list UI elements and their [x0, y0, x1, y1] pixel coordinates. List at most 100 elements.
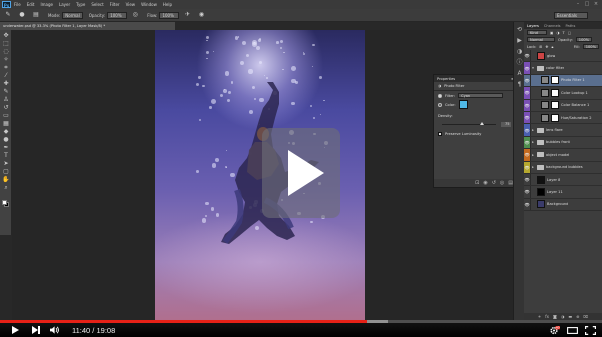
filter-type-icon[interactable]: T: [563, 31, 565, 35]
lock-pixels-icon[interactable]: ⊞: [539, 45, 542, 49]
airbrush-icon[interactable]: ✈: [183, 11, 191, 19]
layer-row[interactable]: 👁︎ ▸ lens flare: [524, 124, 602, 137]
clip-to-layer-icon[interactable]: ⊡: [475, 180, 479, 186]
density-value-field[interactable]: 75: [500, 122, 511, 127]
disclosure-arrow-icon[interactable]: ▸: [531, 165, 535, 169]
layer-row[interactable]: 👁︎ glow: [524, 50, 602, 63]
fullscreen-icon[interactable]: [585, 325, 596, 335]
healing-tool-icon[interactable]: ✚: [0, 80, 12, 88]
crop-tool-icon[interactable]: ⌗: [0, 64, 12, 72]
layer-row[interactable]: 👁︎ Layer 11: [524, 186, 602, 199]
tab-paths[interactable]: Paths: [566, 24, 576, 28]
disclosure-arrow-icon[interactable]: ▾: [531, 66, 535, 70]
marquee-tool-icon[interactable]: ⬚: [0, 40, 12, 48]
layer-visibility-icon[interactable]: 👁︎: [524, 74, 531, 87]
menu-file[interactable]: File: [14, 2, 21, 7]
type-tool-icon[interactable]: T: [0, 152, 12, 160]
theater-mode-icon[interactable]: [567, 326, 578, 335]
blend-mode-select[interactable]: Normal: [527, 37, 555, 42]
menu-select[interactable]: Select: [91, 2, 103, 7]
filter-shape-icon[interactable]: ▢: [568, 31, 571, 35]
disclosure-arrow-icon[interactable]: ▸: [531, 140, 535, 144]
layer-style-icon[interactable]: fx: [545, 314, 549, 319]
new-group-icon[interactable]: ▬: [568, 314, 572, 319]
maximize-icon[interactable]: □: [584, 1, 590, 7]
layer-visibility-icon[interactable]: 👁︎: [524, 99, 531, 111]
reset-icon[interactable]: ↺: [492, 180, 496, 186]
layer-mask-thumbnail[interactable]: [551, 113, 559, 122]
layer-visibility-icon[interactable]: 👁︎: [524, 50, 531, 62]
minimize-icon[interactable]: –: [575, 1, 581, 7]
filter-radio[interactable]: [438, 93, 442, 98]
opacity-field[interactable]: 100%: [107, 11, 128, 19]
close-icon[interactable]: ×: [593, 1, 599, 7]
brush-preset-icon[interactable]: ●: [18, 11, 26, 19]
layer-visibility-icon[interactable]: 👁︎: [524, 111, 531, 124]
disclosure-arrow-icon[interactable]: ▸: [531, 153, 535, 157]
layer-row[interactable]: 👁︎ Hue/Saturation 2: [524, 111, 602, 125]
document-tab[interactable]: underwater.psd @ 33.3% (Photo Filter 1, …: [0, 22, 175, 30]
layer-kind-select[interactable]: Kind: [527, 30, 547, 35]
filter-color-swatch[interactable]: [458, 100, 468, 109]
history-brush-icon[interactable]: ↺: [0, 104, 12, 112]
menu-layer[interactable]: Layer: [59, 2, 70, 7]
menu-type[interactable]: Type: [76, 2, 85, 7]
layer-visibility-icon[interactable]: 👁︎: [524, 161, 531, 173]
filter-select[interactable]: Cyan: [458, 93, 504, 98]
add-mask-icon[interactable]: ◙: [553, 314, 557, 319]
layer-visibility-icon[interactable]: 👁︎: [524, 62, 531, 74]
gradient-tool-icon[interactable]: ▦: [0, 120, 12, 128]
zoom-tool-icon[interactable]: ⌕: [0, 184, 12, 192]
layer-row[interactable]: 👁︎ Color Lookup 1: [524, 87, 602, 100]
mode-select[interactable]: Normal: [62, 11, 83, 19]
quick-select-tool-icon[interactable]: ✧: [0, 56, 12, 64]
layer-row[interactable]: 👁︎ ▸ object model: [524, 149, 602, 162]
layer-visibility-icon[interactable]: 👁︎: [524, 173, 531, 186]
foreground-color-swatch[interactable]: [2, 200, 7, 205]
brush-tool-icon[interactable]: ✎: [4, 11, 12, 19]
preserve-luminosity-checkbox[interactable]: [438, 131, 442, 136]
layer-row[interactable]: 👁︎ Background: [524, 198, 602, 212]
brush-tool-icon[interactable]: ✎: [0, 88, 12, 96]
layer-row[interactable]: 👁︎ ▾ color filter: [524, 62, 602, 75]
disclosure-arrow-icon[interactable]: ▸: [531, 128, 535, 132]
stamp-tool-icon[interactable]: ♙: [0, 96, 12, 104]
flow-field[interactable]: 100%: [159, 11, 180, 19]
path-select-icon[interactable]: ➤: [0, 160, 12, 168]
color-radio[interactable]: [438, 102, 442, 107]
layer-row[interactable]: 👁︎ Color Balance 1: [524, 99, 602, 112]
play-icon[interactable]: [12, 326, 19, 334]
menu-help[interactable]: Help: [163, 2, 172, 7]
visibility-icon[interactable]: ◎: [500, 180, 504, 186]
eraser-tool-icon[interactable]: ▭: [0, 112, 12, 120]
layer-visibility-icon[interactable]: 👁︎: [524, 198, 531, 211]
tab-layers[interactable]: Layers: [527, 24, 539, 28]
pen-tool-icon[interactable]: ✒: [0, 144, 12, 152]
dodge-tool-icon[interactable]: ●: [0, 136, 12, 144]
move-tool-icon[interactable]: ✥: [0, 32, 12, 40]
menu-view[interactable]: View: [126, 2, 136, 7]
layer-mask-thumbnail[interactable]: [551, 88, 559, 97]
workspace-select[interactable]: Essentials: [554, 12, 588, 19]
filter-pixel-icon[interactable]: ▣: [550, 31, 553, 35]
layer-row[interactable]: 👁︎ Layer 8: [524, 173, 602, 187]
layer-row[interactable]: 👁︎ ▸ background bubbles: [524, 161, 602, 174]
eyedropper-tool-icon[interactable]: ⁄: [0, 72, 12, 80]
delete-layer-icon[interactable]: ⌧: [584, 314, 589, 319]
pressure-opacity-icon[interactable]: ◎: [131, 11, 139, 19]
layer-visibility-icon[interactable]: 👁︎: [524, 186, 531, 198]
layer-visibility-icon[interactable]: 👁︎: [524, 136, 531, 149]
menu-image[interactable]: Image: [40, 2, 53, 7]
layer-row[interactable]: 👁︎ Photo Filter 1: [524, 74, 602, 88]
layer-mask-thumbnail[interactable]: [551, 101, 559, 110]
pressure-size-icon[interactable]: ◉: [197, 11, 205, 19]
layer-row[interactable]: 👁︎ ▸ bubbles front: [524, 136, 602, 150]
volume-icon[interactable]: [50, 326, 60, 334]
brush-panel-icon[interactable]: ▤: [32, 11, 40, 19]
fill-field[interactable]: 100%: [582, 44, 599, 49]
layer-visibility-icon[interactable]: 👁︎: [524, 87, 531, 99]
lasso-tool-icon[interactable]: ◌: [0, 48, 12, 56]
large-play-button[interactable]: [262, 128, 340, 218]
lock-position-icon[interactable]: ✥: [545, 45, 548, 49]
view-previous-icon[interactable]: ◉: [483, 180, 487, 186]
